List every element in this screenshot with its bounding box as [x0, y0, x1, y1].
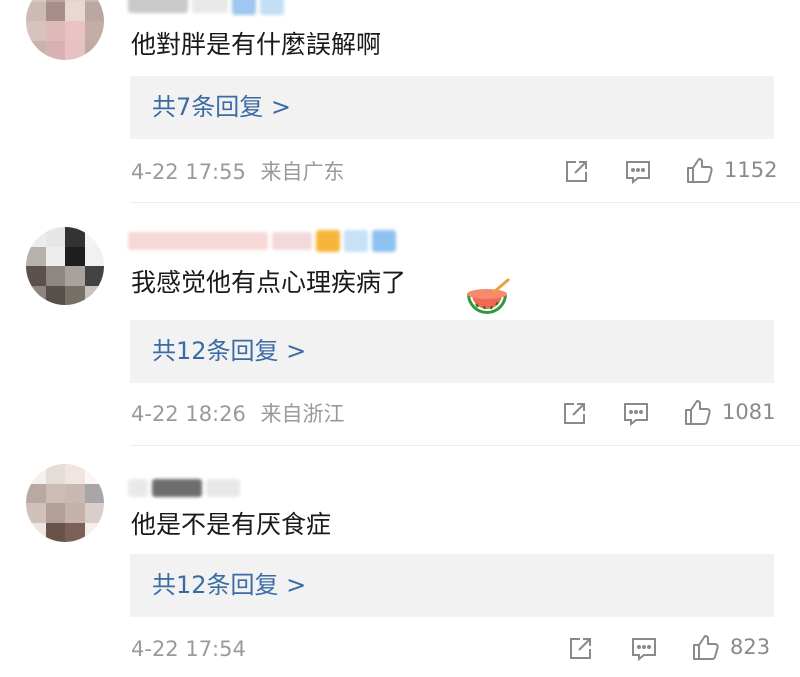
location: 来自浙江 — [260, 402, 345, 426]
like-button[interactable]: 1152 — [686, 155, 777, 185]
comment-item: 他對胖是有什麼誤解啊 共7条回复 > 4-22 17:55 来自广东 1152 — [0, 0, 800, 203]
view-replies-link[interactable]: 共7条回复 > — [152, 76, 291, 139]
like-count: 1081 — [722, 400, 776, 424]
share-button[interactable] — [566, 634, 594, 664]
view-replies-link[interactable]: 共12条回复 > — [152, 320, 306, 383]
comment-item: 他是不是有厌食症 共12条回复 > 4-22 17:54 823 — [0, 446, 800, 677]
comment-icon — [626, 161, 650, 185]
share-button[interactable] — [562, 157, 590, 187]
watermelon-bowl-icon — [467, 278, 510, 314]
timestamp: 4-22 17:55 — [131, 160, 246, 184]
avatar[interactable] — [26, 464, 104, 542]
comment-text: 我感觉他有点心理疾病了 — [131, 268, 407, 297]
avatar[interactable] — [26, 227, 104, 305]
share-icon — [566, 161, 587, 182]
view-replies-link[interactable]: 共12条回复 > — [152, 554, 306, 617]
like-button[interactable]: 823 — [692, 632, 770, 662]
like-count: 823 — [730, 635, 771, 659]
share-button[interactable] — [560, 399, 588, 429]
comment-button[interactable] — [630, 634, 658, 664]
comment-meta: 4-22 17:54 — [131, 634, 254, 664]
username-blurred[interactable] — [128, 0, 284, 16]
location: 来自广东 — [260, 160, 345, 184]
like-count: 1152 — [724, 158, 778, 182]
comment-button[interactable] — [624, 157, 652, 187]
comment-icon — [624, 403, 648, 427]
share-icon — [564, 403, 585, 424]
comment-icon — [632, 638, 656, 662]
reply-box[interactable]: 共12条回复 > — [130, 320, 774, 383]
like-button[interactable]: 1081 — [684, 397, 775, 427]
thumbs-up-icon — [687, 158, 713, 183]
comment-meta: 4-22 17:55 来自广东 — [131, 157, 345, 187]
timestamp: 4-22 17:54 — [131, 637, 246, 661]
username-blurred[interactable] — [128, 229, 396, 253]
thumbs-up-icon — [693, 635, 719, 660]
reply-box[interactable]: 共12条回复 > — [130, 554, 774, 617]
comment-text: 他對胖是有什麼誤解啊 — [131, 30, 382, 59]
username-blurred[interactable] — [128, 476, 240, 500]
thumbs-up-icon — [685, 400, 711, 425]
reply-box[interactable]: 共7条回复 > — [130, 76, 774, 139]
comment-meta: 4-22 18:26 来自浙江 — [131, 399, 345, 429]
comment-item: 我感觉他有点心理疾病了 共12条回复 > 4-22 18:26 来自浙江 108… — [0, 203, 800, 446]
comment-button[interactable] — [622, 399, 650, 429]
avatar[interactable] — [26, 0, 104, 60]
comment-text: 他是不是有厌食症 — [131, 510, 332, 539]
timestamp: 4-22 18:26 — [131, 402, 246, 426]
share-icon — [570, 638, 591, 659]
